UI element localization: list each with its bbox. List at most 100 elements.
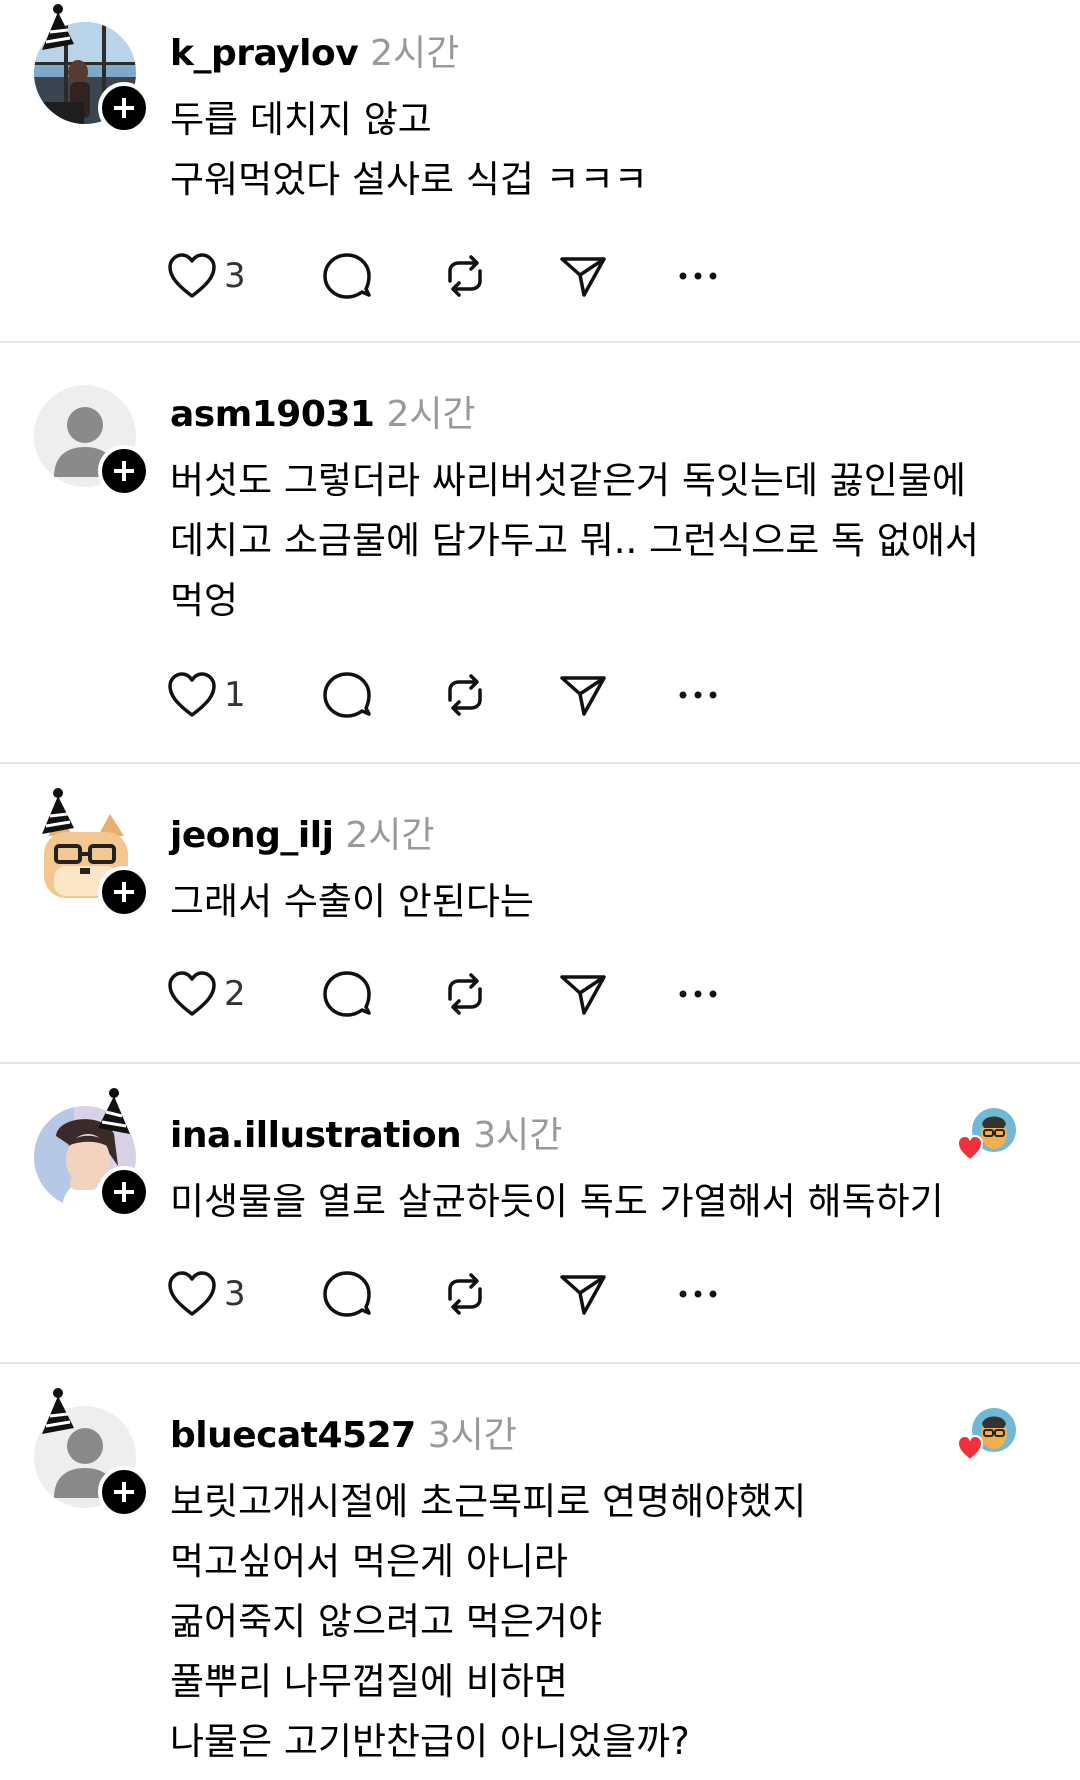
timestamp: 2시간 <box>386 394 476 435</box>
more-options-button[interactable] <box>678 966 718 1022</box>
username[interactable]: asm19031 <box>170 394 375 435</box>
follow-button[interactable] <box>98 866 150 918</box>
author-liked-heart-icon <box>956 1408 1016 1462</box>
repost-button[interactable] <box>440 248 490 304</box>
post-text: 그래서 수출이 안된다는 <box>170 872 1030 932</box>
timestamp: 2시간 <box>370 33 460 74</box>
post-text-line: 데치고 소금물에 담가두고 뭐.. 그런식으로 독 없애서 <box>170 519 979 562</box>
post-text-line: 나물은 고기반찬급이 아니었을까? <box>170 1720 690 1763</box>
reply-post[interactable]: k_praylov 2시간 두릅 데치지 않고 구워먹었다 설사로 식겁 ㅋㅋㅋ… <box>0 0 1080 342</box>
heart-outline-icon <box>168 253 216 298</box>
send-icon <box>560 1275 606 1315</box>
post-header: bluecat4527 3시간 <box>170 1406 517 1456</box>
post-text-line: 굶어죽지 않으려고 먹은거야 <box>170 1600 603 1643</box>
post-text: 보릿고개시절에 초근목피로 연명해야했지 먹고싶어서 먹은게 아니라 굶어죽지 … <box>170 1472 1030 1772</box>
post-text: 미생물을 열로 살균하듯이 독도 가열해서 해독하기 <box>170 1172 1030 1232</box>
repost-icon <box>448 255 482 297</box>
share-button[interactable] <box>558 966 608 1022</box>
avatar[interactable] <box>34 4 150 134</box>
post-text: 두릅 데치지 않고 구워먹었다 설사로 식겁 ㅋㅋㅋ <box>170 90 1030 210</box>
username[interactable]: bluecat4527 <box>170 1415 416 1456</box>
comment-bubble-icon <box>323 253 371 299</box>
comment-bubble-icon <box>323 672 371 718</box>
post-header: k_praylov 2시간 <box>170 24 459 74</box>
action-bar: 2 <box>166 966 746 1022</box>
follow-button[interactable] <box>98 1166 150 1218</box>
reply-post[interactable]: bluecat4527 3시간 보릿고개시절에 초근목피로 연명해야했지 먹고싶… <box>0 1364 1080 1780</box>
comment-bubble-icon <box>323 971 371 1017</box>
more-options-button[interactable] <box>678 248 718 304</box>
heart-outline-icon <box>168 672 216 717</box>
post-text: 버섯도 그렇더라 싸리버섯같은거 독잇는데 끓인물에 데치고 소금물에 담가두고… <box>170 451 1030 631</box>
repost-icon <box>448 674 482 716</box>
timestamp: 3시간 <box>473 1115 563 1156</box>
repost-button[interactable] <box>440 966 490 1022</box>
reply-button[interactable] <box>322 667 372 723</box>
like-count: 2 <box>224 974 246 1014</box>
more-dots-icon <box>679 272 717 280</box>
username[interactable]: k_praylov <box>170 33 359 74</box>
reply-button[interactable] <box>322 1266 372 1322</box>
reply-post[interactable]: asm19031 2시간 버섯도 그렇더라 싸리버섯같은거 독잇는데 끓인물에 … <box>0 343 1080 763</box>
reply-post[interactable]: ina.illustration 3시간 미생물을 열로 살균하듯이 독도 가열… <box>0 1064 1080 1364</box>
post-text-line: 버섯도 그렇더라 싸리버섯같은거 독잇는데 끓인물에 <box>170 459 966 502</box>
repost-button[interactable] <box>440 667 490 723</box>
action-bar: 1 <box>166 667 746 723</box>
plus-icon <box>114 461 134 481</box>
avatar[interactable] <box>34 1388 150 1518</box>
post-text-line: 두릅 데치지 않고 <box>170 98 432 141</box>
like-button[interactable]: 2 <box>166 966 246 1022</box>
timestamp: 2시간 <box>345 815 435 856</box>
send-icon <box>560 257 606 297</box>
like-button[interactable]: 3 <box>166 1266 246 1322</box>
like-count: 3 <box>224 1274 246 1314</box>
username[interactable]: jeong_ilj <box>170 815 334 856</box>
share-button[interactable] <box>558 248 608 304</box>
avatar[interactable] <box>34 788 150 918</box>
reply-button[interactable] <box>322 248 372 304</box>
party-hat-icon <box>42 788 74 834</box>
post-text-line: 풀뿌리 나무껍질에 비하면 <box>170 1660 568 1703</box>
more-dots-icon <box>679 990 717 998</box>
author-liked-badge <box>956 1106 1018 1164</box>
author-liked-badge <box>956 1406 1018 1464</box>
reply-button[interactable] <box>322 966 372 1022</box>
more-dots-icon <box>679 691 717 699</box>
thread-replies-feed: k_praylov 2시간 두릅 데치지 않고 구워먹었다 설사로 식겁 ㅋㅋㅋ… <box>0 0 1080 1780</box>
post-text-line: 먹엉 <box>170 579 239 622</box>
post-header: asm19031 2시간 <box>170 385 476 435</box>
share-button[interactable] <box>558 1266 608 1322</box>
send-icon <box>560 975 606 1015</box>
more-dots-icon <box>679 1290 717 1298</box>
post-header: jeong_ilj 2시간 <box>170 806 435 856</box>
post-text-line: 구워먹었다 설사로 식겁 ㅋㅋㅋ <box>170 158 648 201</box>
action-bar: 3 <box>166 248 746 304</box>
more-options-button[interactable] <box>678 667 718 723</box>
follow-button[interactable] <box>98 1466 150 1518</box>
reply-post[interactable]: jeong_ilj 2시간 그래서 수출이 안된다는 2 <box>0 764 1080 1064</box>
share-button[interactable] <box>558 667 608 723</box>
party-hat-icon <box>42 4 74 50</box>
timestamp: 3시간 <box>427 1415 517 1456</box>
plus-icon <box>114 1482 134 1502</box>
plus-icon <box>114 1182 134 1202</box>
avatar[interactable] <box>34 1088 150 1218</box>
like-count: 3 <box>224 256 246 296</box>
follow-button[interactable] <box>98 445 150 497</box>
follow-button[interactable] <box>98 82 150 134</box>
heart-outline-icon <box>168 1271 216 1316</box>
avatar[interactable] <box>34 385 150 497</box>
post-text-line: 미생물을 열로 살균하듯이 독도 가열해서 해독하기 <box>170 1180 944 1223</box>
like-button[interactable]: 3 <box>166 248 246 304</box>
more-options-button[interactable] <box>678 1266 718 1322</box>
username[interactable]: ina.illustration <box>170 1115 462 1156</box>
author-liked-heart-icon <box>956 1108 1016 1162</box>
repost-button[interactable] <box>440 1266 490 1322</box>
party-hat-icon <box>98 1088 130 1134</box>
plus-icon <box>114 98 134 118</box>
send-icon <box>560 676 606 716</box>
action-bar: 3 <box>166 1266 746 1322</box>
like-button[interactable]: 1 <box>166 667 246 723</box>
post-text-line: 보릿고개시절에 초근목피로 연명해야했지 <box>170 1480 807 1523</box>
plus-icon <box>114 882 134 902</box>
